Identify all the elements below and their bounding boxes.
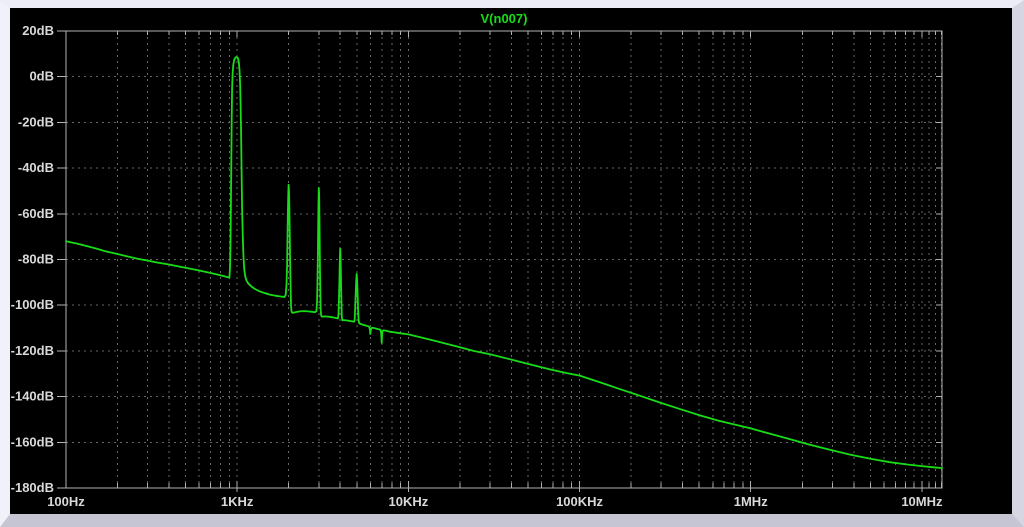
y-axis-label: -180dB — [11, 480, 54, 495]
trace-label[interactable]: V(n007) — [66, 11, 942, 26]
x-axis-labels: 100Hz 1KHz 10KHz 100KHz 1MHz 10MHz — [47, 494, 943, 509]
y-axis-label: -140dB — [11, 389, 54, 404]
x-axis-label: 100KHz — [556, 494, 603, 509]
axis-ticks — [57, 31, 942, 492]
waveform-pane: 20dB 0dB -20dB -40dB -60dB -80dB -100dB -120dB -… — [10, 8, 1012, 514]
x-axis-label: 10KHz — [388, 494, 428, 509]
y-axis-label: -160dB — [11, 434, 54, 449]
x-axis-label: 10MHz — [901, 494, 943, 509]
waveform-pane-frame: 20dB 0dB -20dB -40dB -60dB -80dB -100dB -120dB -… — [0, 0, 1024, 527]
trace-v-n007-[interactable] — [66, 57, 942, 468]
y-axis-labels: 20dB 0dB -20dB -40dB -60dB -80dB -100dB -120dB -… — [11, 23, 54, 495]
x-axis-label: 100Hz — [47, 494, 85, 509]
y-axis-label: -120dB — [11, 343, 54, 358]
y-axis-label: -100dB — [11, 297, 54, 312]
plot-canvas[interactable]: 20dB 0dB -20dB -40dB -60dB -80dB -100dB -120dB -… — [10, 8, 1012, 514]
y-axis-label: -20dB — [18, 114, 54, 129]
y-axis-label: 20dB — [22, 23, 54, 38]
y-axis-label: -40dB — [18, 160, 54, 175]
x-axis-label: 1MHz — [734, 494, 768, 509]
y-axis-label: -60dB — [18, 206, 54, 221]
x-axis-label: 1KHz — [221, 494, 254, 509]
y-axis-label: 0dB — [29, 69, 54, 84]
gridlines — [66, 31, 942, 488]
y-axis-label: -80dB — [18, 252, 54, 267]
